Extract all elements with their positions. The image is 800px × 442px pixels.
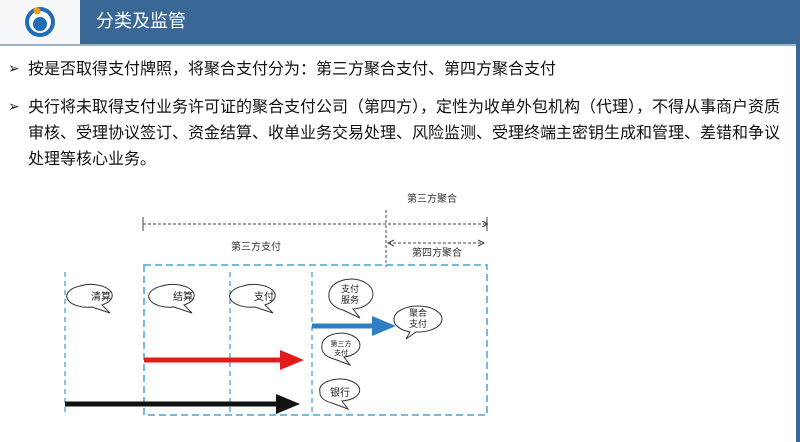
dashed-regions [64,264,488,416]
header: 分类及监管 [0,0,800,46]
bubble-payment: 支付 [229,283,276,314]
bullet-item: ➢ 按是否取得支付牌照，将聚合支付分为：第三方聚合支付、第四方聚合支付 [8,56,788,82]
bubble-bank-label: 银行 [330,386,350,399]
bubble-payment-label: 支付 [254,290,274,303]
bubble-bank: 银行 [319,378,361,411]
label-third-payment: 第三方支付 [231,240,281,253]
bubble-payment-service: 支付 服务 [328,278,374,319]
bubble-third-party-label-1: 第三方 [331,339,352,348]
black-arrow [65,394,300,414]
bubble-aggregated-payment-label-1: 聚合 [409,307,427,319]
bullet-item: ➢ 央行将未取得支付业务许可证的聚合支付公司（第四方），定性为收单外包机构（代理… [8,94,788,172]
bubble-aggregated-payment-label-2: 支付 [409,318,427,330]
bullet-list: ➢ 按是否取得支付牌照，将聚合支付分为：第三方聚合支付、第四方聚合支付 ➢ 央行… [8,56,788,184]
payment-structure-diagram: 第三方聚合 第三方支付 第四方聚合 清算 结算 支付 支付 服务 聚合 支付 第… [64,192,496,416]
header-divider [0,44,800,46]
bubble-third-party-label-2: 支付 [334,348,348,357]
bullet-text: 按是否取得支付牌照，将聚合支付分为：第三方聚合支付、第四方聚合支付 [28,59,557,78]
bubble-payment-service-label-1: 支付 [341,283,359,295]
bullet-arrow-icon: ➢ [8,61,20,77]
logo-area [0,0,80,44]
bubble-clearing-label: 清算 [91,290,111,303]
bubble-third-party-payment: 第三方 支付 [321,332,361,367]
label-fourth-aggregation: 第四方聚合 [412,246,462,259]
bubble-aggregated-payment: 聚合 支付 [393,305,443,340]
bubble-settlement: 结算 [148,283,195,314]
red-arrow [144,350,304,370]
bubble-clearing: 清算 [66,283,113,314]
slide: 分类及监管 ➢ 按是否取得支付牌照，将聚合支付分为：第三方聚合支付、第四方聚合支… [0,0,800,442]
logo-icon [25,7,55,37]
label-third-aggregation: 第三方聚合 [407,192,457,205]
blue-arrow [312,316,396,336]
bullet-text: 央行将未取得支付业务许可证的聚合支付公司（第四方），定性为收单外包机构（代理），… [28,97,781,168]
bullet-arrow-icon: ➢ [8,99,20,115]
range-fourth-aggregation: 第四方聚合 [386,239,486,259]
page-title: 分类及监管 [96,11,186,32]
bubble-payment-service-label-2: 服务 [341,294,359,306]
right-edge-bar [796,0,800,442]
bubble-settlement-label: 结算 [173,290,193,303]
title-bar: 分类及监管 [80,0,796,44]
